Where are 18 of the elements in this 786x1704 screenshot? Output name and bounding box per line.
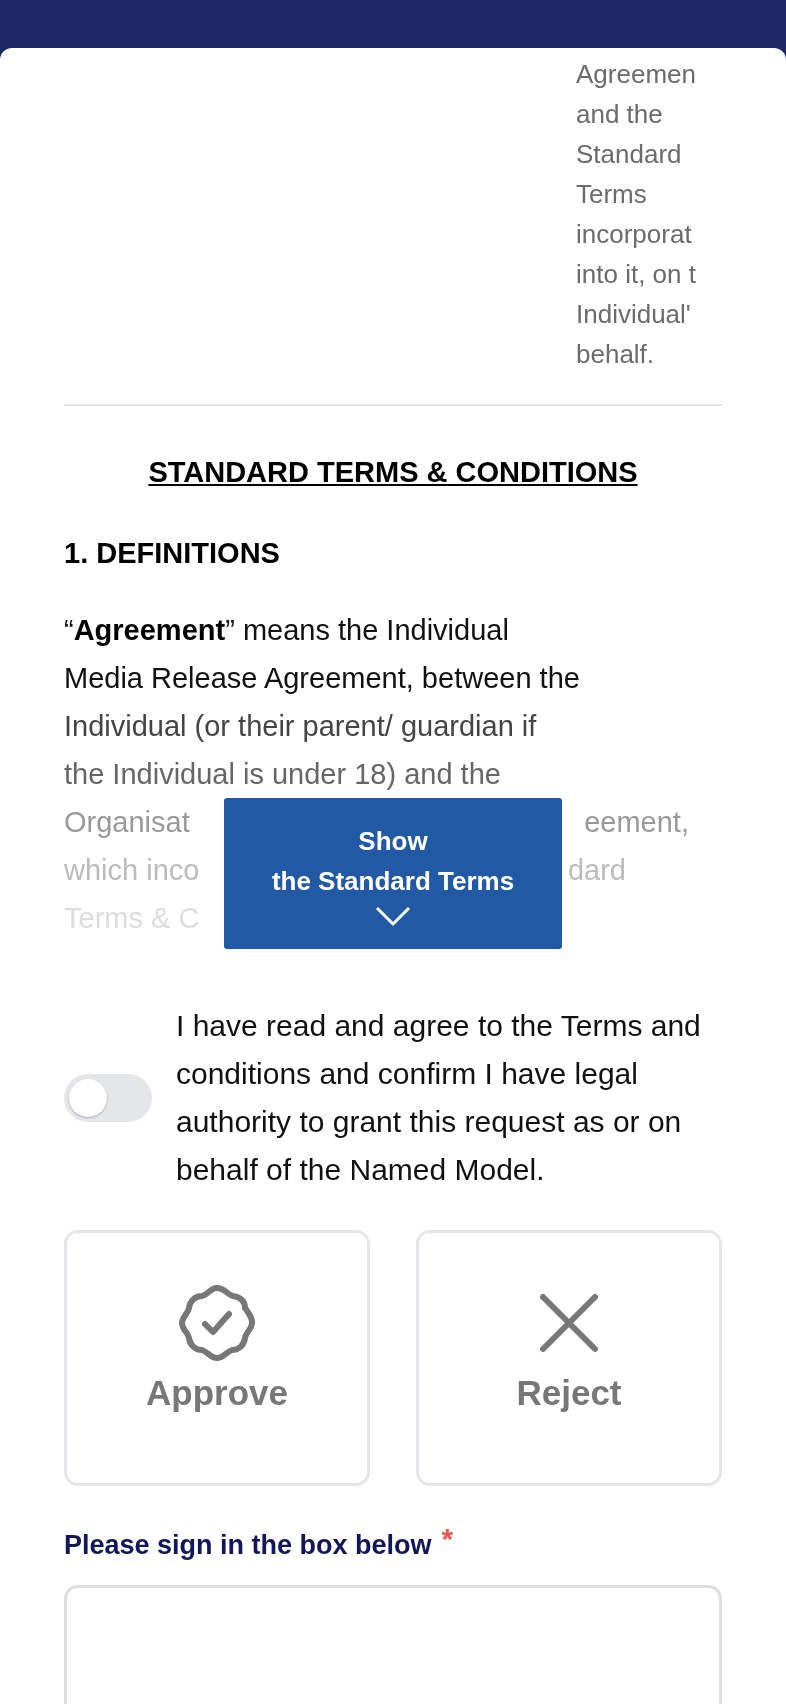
signature-label: Please sign in the box below <box>64 1530 432 1561</box>
consent-toggle[interactable] <box>64 1074 152 1122</box>
faded-text: dard <box>567 853 626 888</box>
required-mark: * <box>441 1522 454 1556</box>
definition-paragraph: “Agreement” means the Individual Media Release Agreement, between the Individual (or their parent/ guardian if the Individual is under 18) and the <box>64 613 581 792</box>
agreement-text-fragment: Agreemen and the Standard Terms incorporat into it, on t Individual' behalf. <box>576 58 697 371</box>
faded-text: eement, <box>584 805 689 840</box>
section-heading: 1. DEFINITIONS <box>64 537 280 570</box>
consent-text: I have read and agree to the Terms and conditions and confirm I have legal authority to grant this request as or on behalf of the Named Model. <box>176 1008 702 1188</box>
faded-text: which inco <box>64 853 200 888</box>
show-terms-button[interactable]: Show the Standard Terms <box>224 798 562 949</box>
badge-check-icon <box>177 1283 257 1363</box>
approve-button[interactable]: Approve <box>64 1230 370 1486</box>
reject-button[interactable]: Reject <box>416 1230 722 1486</box>
chevron-down-icon <box>375 904 411 927</box>
faded-text: Organisat <box>64 805 190 840</box>
section-title: STANDARD TERMS & CONDITIONS <box>148 456 638 489</box>
signature-pad[interactable] <box>64 1585 722 1704</box>
